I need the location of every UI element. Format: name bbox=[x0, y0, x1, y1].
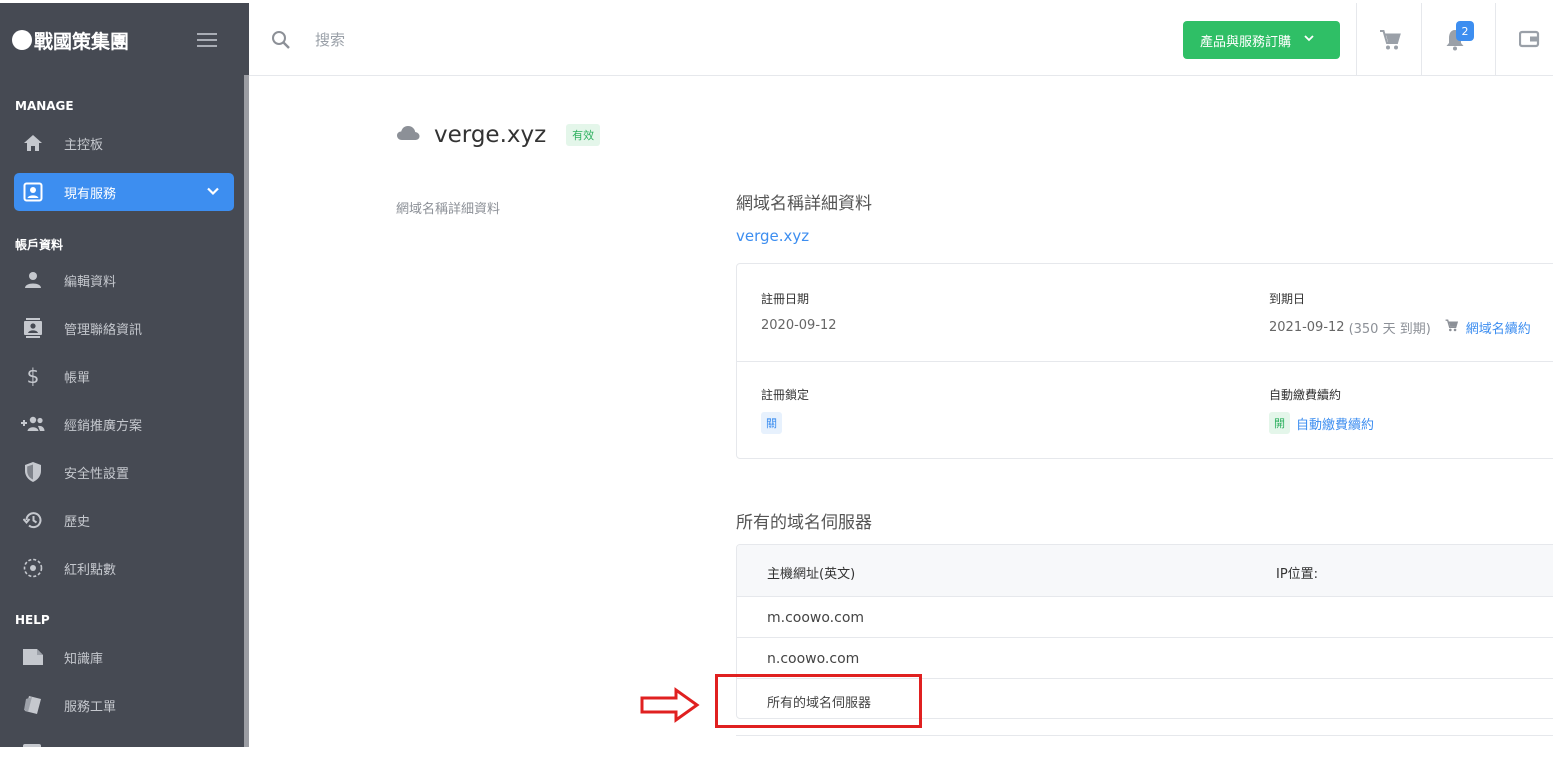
sidebar-item-services[interactable]: 現有服務 bbox=[14, 173, 234, 211]
folder-icon bbox=[14, 638, 52, 676]
order-products-button[interactable]: 產品與服務訂購 bbox=[1183, 21, 1340, 59]
history-icon bbox=[14, 501, 52, 539]
expiry-row: 2021-09-12 (350 天 到期) 網域名續約 bbox=[1269, 318, 1531, 337]
account-box-icon bbox=[14, 173, 52, 211]
annotation-arrow-icon bbox=[640, 687, 700, 727]
menu-toggle-icon[interactable] bbox=[197, 33, 217, 47]
expiry-date-label: 到期日 bbox=[1269, 292, 1306, 306]
column-header-host: 主機網址(英文) bbox=[767, 567, 856, 582]
auto-renew-status: 開 bbox=[1269, 412, 1290, 434]
side-nav-domain-details[interactable]: 網域名稱詳細資料 bbox=[396, 198, 500, 217]
status-badge: 有效 bbox=[566, 124, 601, 146]
section-label-account: 帳戶資料 bbox=[15, 238, 64, 252]
table-header: 主機網址(英文) IP位置: bbox=[737, 545, 1553, 597]
nameservers-heading: 所有的域名伺服器 bbox=[736, 513, 872, 533]
logo-mark-icon bbox=[12, 30, 32, 50]
topbar-divider bbox=[1495, 3, 1496, 76]
column-header-ip: IP位置: bbox=[1276, 567, 1319, 582]
sidebar-item-edit-profile[interactable]: 編輯資料 bbox=[14, 261, 234, 299]
domain-title: verge.xyz 有效 bbox=[396, 122, 601, 148]
sidebar-item-label: 現有服務 bbox=[64, 186, 117, 202]
sidebar-item-label: 安全性設置 bbox=[64, 466, 130, 482]
registration-date-label: 註冊日期 bbox=[761, 292, 810, 306]
search-input[interactable] bbox=[315, 27, 615, 53]
sidebar-item-billing[interactable]: $ 帳單 bbox=[14, 357, 234, 395]
domain-details-heading: 網域名稱詳細資料 bbox=[736, 194, 872, 214]
expiry-days: (350 天 到期) bbox=[1348, 322, 1431, 337]
top-bar: 產品與服務訂購 2 bbox=[249, 3, 1553, 76]
cloud-icon bbox=[396, 125, 420, 145]
sidebar-item-history[interactable]: 歷史 bbox=[14, 501, 234, 539]
renew-domain-link[interactable]: 網域名續約 bbox=[1466, 318, 1531, 337]
dollar-icon: $ bbox=[26, 364, 40, 388]
sidebar-item-knowledgebase[interactable]: 知識庫 bbox=[14, 638, 234, 676]
group-add-icon bbox=[14, 405, 52, 443]
sidebar-item-label: 歷史 bbox=[64, 514, 91, 530]
wallet-icon[interactable] bbox=[1518, 29, 1541, 53]
sidebar-item-label: 服務工單 bbox=[64, 699, 117, 715]
chevron-down-icon bbox=[1303, 32, 1315, 48]
chevron-down-icon bbox=[206, 184, 220, 202]
section-divider bbox=[736, 735, 1553, 736]
auto-renew-row: 開 自動繳費續約 bbox=[1269, 412, 1374, 434]
domain-name-heading: verge.xyz bbox=[434, 122, 547, 148]
registrar-lock-label: 註冊鎖定 bbox=[761, 388, 810, 402]
sidebar-item-contacts[interactable]: 管理聯絡資訊 bbox=[14, 309, 234, 347]
shield-icon bbox=[14, 453, 52, 491]
sidebar-item-dashboard[interactable]: 主控板 bbox=[14, 124, 234, 162]
topbar-divider bbox=[1421, 3, 1422, 76]
notification-badge: 2 bbox=[1456, 21, 1474, 41]
registrar-lock-row: 關 bbox=[761, 412, 782, 434]
home-icon bbox=[14, 124, 52, 162]
auto-renew-link[interactable]: 自動繳費續約 bbox=[1296, 414, 1374, 433]
annotation-highlight-box bbox=[715, 674, 922, 728]
contacts-icon bbox=[14, 309, 52, 347]
table-row: m.coowo.com bbox=[737, 597, 1553, 638]
sidebar-item-label: 經銷推廣方案 bbox=[64, 418, 143, 434]
auto-renew-label: 自動繳費續約 bbox=[1269, 388, 1342, 402]
sidebar-item-downloads[interactable]: 下載 bbox=[14, 734, 234, 747]
person-icon bbox=[14, 261, 52, 299]
section-label-manage: MANAGE bbox=[15, 99, 74, 113]
tickets-icon bbox=[14, 686, 52, 724]
sidebar-scrollbar[interactable] bbox=[244, 75, 249, 747]
points-icon bbox=[14, 549, 52, 587]
domain-name-link[interactable]: verge.xyz bbox=[736, 227, 809, 245]
table-row: n.coowo.com bbox=[737, 638, 1553, 679]
nameserver-host: m.coowo.com bbox=[767, 610, 865, 626]
sidebar-item-label: 主控板 bbox=[64, 137, 104, 153]
download-icon bbox=[14, 734, 52, 747]
registration-date-value: 2020-09-12 bbox=[761, 318, 837, 333]
sidebar-item-label: 帳單 bbox=[64, 370, 91, 386]
search-icon[interactable] bbox=[271, 30, 291, 54]
cart-icon bbox=[1445, 319, 1458, 336]
card-divider bbox=[737, 361, 1553, 362]
registrar-lock-status: 關 bbox=[761, 412, 782, 434]
sidebar-item-security[interactable]: 安全性設置 bbox=[14, 453, 234, 491]
sidebar-item-label: 知識庫 bbox=[64, 651, 104, 667]
section-label-help: HELP bbox=[15, 613, 50, 627]
sidebar-item-label: 編輯資料 bbox=[64, 274, 117, 290]
order-button-label: 產品與服務訂購 bbox=[1200, 34, 1292, 50]
sidebar-item-affiliates[interactable]: 經銷推廣方案 bbox=[14, 405, 234, 443]
nameserver-host: n.coowo.com bbox=[767, 651, 860, 667]
brand-name: 戰國策集團 bbox=[34, 30, 130, 53]
brand-logo[interactable]: 戰國策集團 bbox=[12, 25, 129, 55]
sidebar-item-label: 下載 bbox=[64, 744, 90, 748]
expiry-date-value: 2021-09-12 bbox=[1269, 320, 1345, 335]
domain-details-card: 註冊日期 2020-09-12 到期日 2021-09-12 (350 天 到期… bbox=[736, 263, 1553, 459]
topbar-divider bbox=[1356, 3, 1357, 76]
sidebar-item-label: 紅利點數 bbox=[64, 562, 117, 578]
sidebar-item-points[interactable]: 紅利點數 bbox=[14, 549, 234, 587]
sidebar-item-tickets[interactable]: 服務工單 bbox=[14, 686, 234, 724]
cart-icon[interactable] bbox=[1379, 29, 1401, 55]
sidebar: 戰國策集團 MANAGE 主控板 現有服務 帳戶資料 編輯資料 管理聯絡資訊 $… bbox=[0, 3, 249, 747]
sidebar-item-label: 管理聯絡資訊 bbox=[64, 322, 143, 338]
